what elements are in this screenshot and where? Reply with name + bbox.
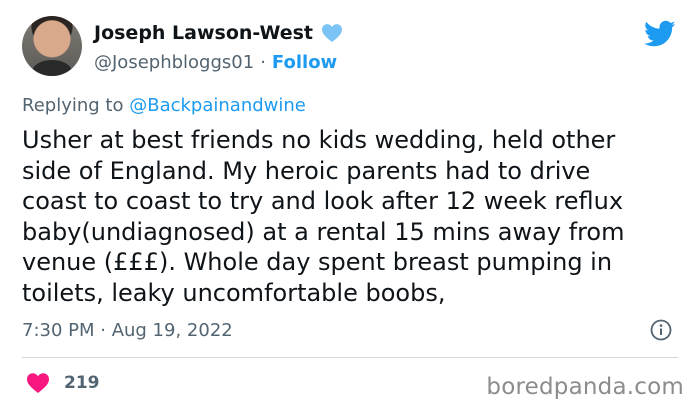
like-count: 219 xyxy=(64,373,100,393)
tweet-timestamp[interactable]: 7:30 PM · Aug 19, 2022 xyxy=(22,320,233,341)
reply-mention-link[interactable]: @Backpainandwine xyxy=(129,95,306,116)
replying-to-label: Replying to xyxy=(22,95,124,116)
divider xyxy=(22,357,678,358)
handle-row: @Josephbloggs01 · Follow xyxy=(94,52,337,73)
heart-icon[interactable] xyxy=(26,372,50,394)
avatar[interactable] xyxy=(22,16,82,76)
handle[interactable]: @Josephbloggs01 xyxy=(94,52,254,73)
separator-dot: · xyxy=(260,52,266,73)
watermark: boredpanda.com xyxy=(486,374,684,400)
tweet-text: Usher at best friends no kids wedding, h… xyxy=(22,126,625,307)
like-action[interactable]: 219 xyxy=(26,372,100,394)
follow-button[interactable]: Follow xyxy=(272,52,337,73)
tweet-header: Joseph Lawson-West @Josephbloggs01 · Fol… xyxy=(22,16,682,80)
display-name[interactable]: Joseph Lawson-West xyxy=(94,22,313,44)
blue-heart-icon xyxy=(322,24,343,43)
replying-to: Replying to @Backpainandwine xyxy=(22,95,306,116)
name-row: Joseph Lawson-West xyxy=(94,22,343,44)
twitter-bird-icon[interactable] xyxy=(644,20,676,48)
info-icon[interactable] xyxy=(650,319,672,341)
